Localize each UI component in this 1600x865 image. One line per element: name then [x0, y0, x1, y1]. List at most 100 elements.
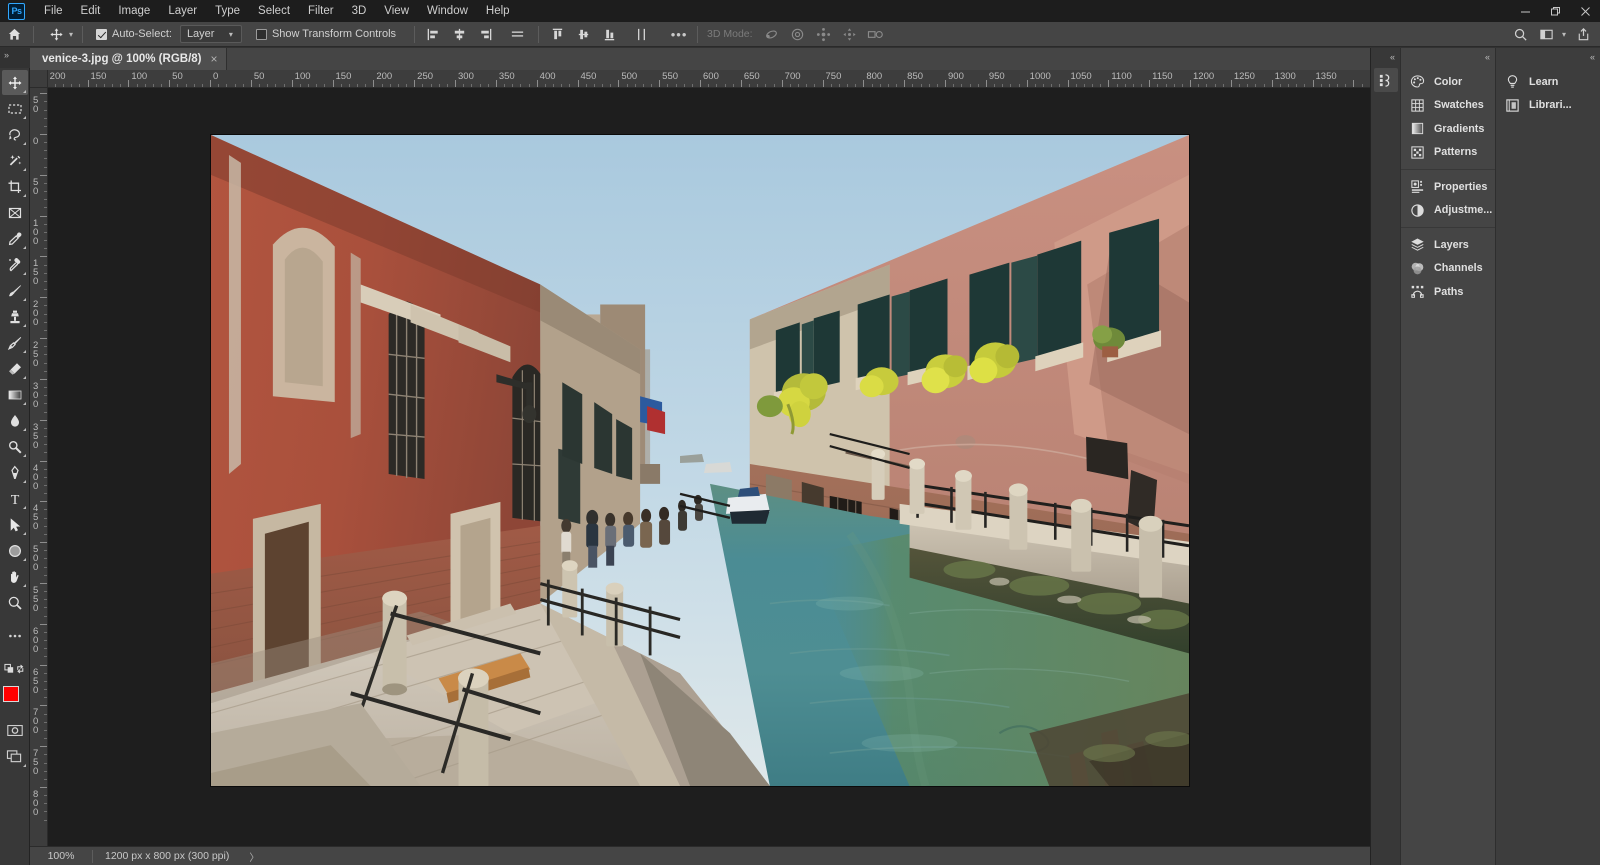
menu-help[interactable]: Help [477, 2, 519, 20]
panel-button-paths[interactable]: Paths [1401, 280, 1495, 304]
ruler-tick-minor [365, 84, 366, 87]
move-tool[interactable] [2, 70, 28, 95]
show-transform-controls-checkbox[interactable]: Show Transform Controls [256, 28, 396, 40]
drag-3d-icon[interactable] [813, 24, 835, 44]
quick-mask-mode-button[interactable] [2, 718, 28, 743]
ruler-corner[interactable] [30, 70, 48, 88]
menu-filter[interactable]: Filter [299, 2, 343, 20]
panel-button-color[interactable]: Color [1401, 70, 1495, 94]
spot-healing-brush-tool[interactable] [2, 252, 28, 277]
align-left-edges-icon[interactable] [422, 24, 444, 44]
scale-3d-icon[interactable] [865, 24, 887, 44]
document-tab[interactable]: venice-3.jpg @ 100% (RGB/8) × [30, 48, 227, 70]
panel-button-learn[interactable]: Learn [1496, 70, 1600, 94]
object-selection-tool[interactable] [2, 148, 28, 173]
panel-button-libraries[interactable]: Librari... [1496, 94, 1600, 118]
edit-toolbar-tool[interactable] [2, 623, 28, 648]
brush-tool[interactable] [2, 278, 28, 303]
close-icon[interactable]: × [210, 53, 217, 65]
slide-3d-icon[interactable] [839, 24, 861, 44]
menu-3d[interactable]: 3D [343, 2, 376, 20]
gradient-tool[interactable] [2, 382, 28, 407]
rotate-3d-icon[interactable] [761, 24, 783, 44]
close-button[interactable] [1570, 0, 1600, 22]
zoom-level[interactable]: 100% [30, 850, 92, 862]
share-icon[interactable] [1572, 24, 1594, 44]
ruler-tick-minor [1035, 84, 1036, 87]
distribute-horizontal-icon[interactable] [630, 24, 652, 44]
maximize-button[interactable] [1540, 0, 1570, 22]
dock-b-collapse-icon[interactable]: « [1401, 48, 1495, 65]
frame-tool[interactable] [2, 200, 28, 225]
ruler-tick-minor [284, 84, 285, 87]
minimize-button[interactable] [1510, 0, 1540, 22]
hand-tool[interactable] [2, 564, 28, 589]
clone-stamp-tool[interactable] [2, 304, 28, 329]
workspace-icon[interactable] [1536, 24, 1558, 44]
toolbar-collapse-icon[interactable]: » [4, 50, 9, 60]
chevron-down-icon[interactable]: ▾ [69, 30, 73, 39]
panel-button-adjustments[interactable]: Adjustme... [1401, 199, 1495, 223]
menu-type[interactable]: Type [206, 2, 249, 20]
eyedropper-tool[interactable] [2, 226, 28, 251]
path-selection-tool[interactable] [2, 512, 28, 537]
menu-view[interactable]: View [375, 2, 418, 20]
panel-button-gradients[interactable]: Gradients [1401, 117, 1495, 141]
horizontal-ruler[interactable]: 2001501005005010015020025030035040045050… [48, 70, 1370, 88]
zoom-tool[interactable] [2, 590, 28, 615]
auto-select-checkbox-box[interactable] [96, 29, 107, 40]
ellipse-tool[interactable] [2, 538, 28, 563]
rectangular-marquee-tool[interactable] [2, 96, 28, 121]
home-icon[interactable] [0, 22, 28, 47]
roll-3d-icon[interactable] [787, 24, 809, 44]
dodge-tool[interactable] [2, 434, 28, 459]
blur-tool[interactable] [2, 408, 28, 433]
dock-a-collapse-icon[interactable]: « [1371, 48, 1400, 65]
show-transform-checkbox-box[interactable] [256, 29, 267, 40]
active-tool-preset[interactable]: ▾ [45, 24, 77, 44]
align-right-edges-icon[interactable] [474, 24, 496, 44]
lasso-tool[interactable] [2, 122, 28, 147]
align-top-edges-icon[interactable] [506, 24, 528, 44]
color-swatches[interactable] [2, 685, 28, 711]
menu-edit[interactable]: Edit [72, 2, 110, 20]
screen-mode-button[interactable] [2, 744, 28, 769]
horizontal-type-tool[interactable]: T [2, 486, 28, 511]
menu-window[interactable]: Window [418, 2, 477, 20]
search-icon[interactable] [1510, 24, 1532, 44]
panel-button-swatches[interactable]: Swatches [1401, 94, 1495, 118]
status-expand-icon[interactable]: 〉 [249, 849, 259, 864]
canvas-area[interactable] [48, 88, 1370, 830]
distribute-vertical-centers-icon[interactable] [572, 24, 594, 44]
ruler-tick-minor [44, 142, 47, 143]
distribute-top-edges-icon[interactable] [546, 24, 568, 44]
distribute-bottom-edges-icon[interactable] [598, 24, 620, 44]
auto-select-checkbox[interactable]: Auto-Select: [96, 28, 172, 40]
menu-image[interactable]: Image [109, 2, 159, 20]
history-brush-tool[interactable] [2, 330, 28, 355]
menu-select[interactable]: Select [249, 2, 299, 20]
panel-button-properties[interactable]: Properties [1401, 175, 1495, 199]
adjustments-icon [1410, 203, 1425, 218]
properties-dock-icon[interactable] [1374, 68, 1398, 92]
panel-button-layers[interactable]: Layers [1401, 233, 1495, 257]
more-options-button[interactable]: ••• [666, 24, 692, 44]
align-horizontal-centers-icon[interactable] [448, 24, 470, 44]
auto-select-scope-dropdown[interactable]: Layer ▾ [180, 25, 242, 43]
default-colors-and-swap-icons[interactable] [2, 656, 28, 681]
foreground-color-swatch[interactable] [3, 686, 19, 702]
panel-button-channels[interactable]: Channels [1401, 257, 1495, 281]
menu-file[interactable]: File [35, 2, 72, 20]
crop-tool[interactable] [2, 174, 28, 199]
pen-tool[interactable] [2, 460, 28, 485]
ruler-label: 500 [621, 71, 637, 82]
chevron-down-icon[interactable]: ▾ [229, 30, 233, 39]
vertical-ruler[interactable]: 5005010015020025030035040045050055060065… [30, 88, 48, 830]
panel-button-patterns[interactable]: Patterns [1401, 141, 1495, 165]
chevron-down-icon[interactable]: ▾ [1562, 30, 1566, 39]
eraser-tool[interactable] [2, 356, 28, 381]
move-tool-icon[interactable] [45, 24, 67, 44]
document-image[interactable] [210, 134, 1190, 787]
dock-c-collapse-icon[interactable]: « [1496, 48, 1600, 65]
menu-layer[interactable]: Layer [159, 2, 206, 20]
